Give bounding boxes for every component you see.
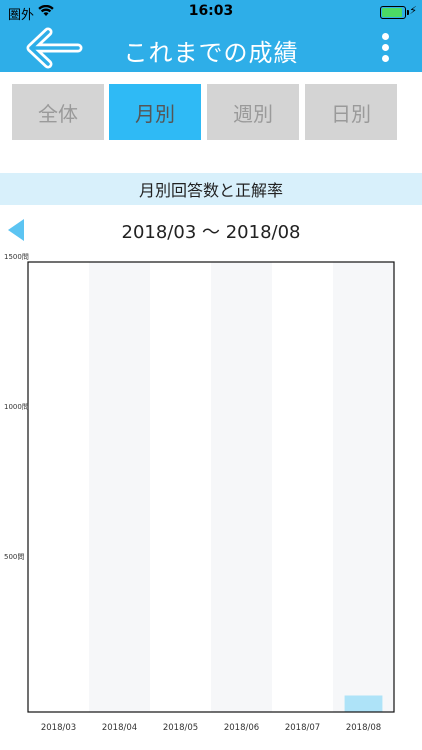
x-tick-label: 2018/04 bbox=[102, 723, 137, 733]
page-title: これまでの成績 bbox=[123, 39, 299, 67]
charging-icon: ⚡ bbox=[409, 4, 417, 17]
bar-2018/08 bbox=[344, 695, 383, 712]
status-bar: 圏外 16:03 ⚡ bbox=[0, 0, 422, 24]
date-range-label: 2018/03 〜 2018/08 bbox=[121, 222, 301, 243]
x-tick-label: 2018/05 bbox=[163, 723, 198, 733]
more-vertical-icon bbox=[378, 33, 392, 62]
more-menu-button[interactable] bbox=[378, 30, 392, 66]
monthly-answers-chart: 500問 1000問 1500問 2018/03 2018/04 2018/05 2018/… bbox=[4, 253, 395, 733]
x-tick-label: 2018/06 bbox=[224, 723, 259, 733]
y-tick-label: 1000問 bbox=[4, 403, 29, 411]
x-tick-label: 2018/03 bbox=[41, 723, 76, 733]
section-title: 月別回答数と正解率 bbox=[0, 173, 422, 205]
y-tick-label: 500問 bbox=[4, 553, 24, 561]
x-tick-label: 2018/07 bbox=[285, 723, 320, 733]
period-tabs: 全体 月別 週別 日別 bbox=[12, 84, 398, 140]
nav-bar: これまでの成績 bbox=[0, 24, 422, 72]
tab-monthly[interactable]: 月別 bbox=[109, 84, 201, 140]
battery-icon bbox=[380, 6, 409, 19]
column-stripe bbox=[333, 262, 394, 712]
tab-weekly[interactable]: 週別 bbox=[207, 84, 299, 140]
x-tick-label: 2018/08 bbox=[346, 723, 381, 733]
column-stripe bbox=[211, 262, 272, 712]
column-stripe bbox=[89, 262, 150, 712]
tab-overall[interactable]: 全体 bbox=[12, 84, 104, 140]
y-tick-label: 1500問 bbox=[4, 253, 29, 261]
status-time: 16:03 bbox=[188, 3, 234, 19]
tab-daily[interactable]: 日別 bbox=[305, 84, 397, 140]
